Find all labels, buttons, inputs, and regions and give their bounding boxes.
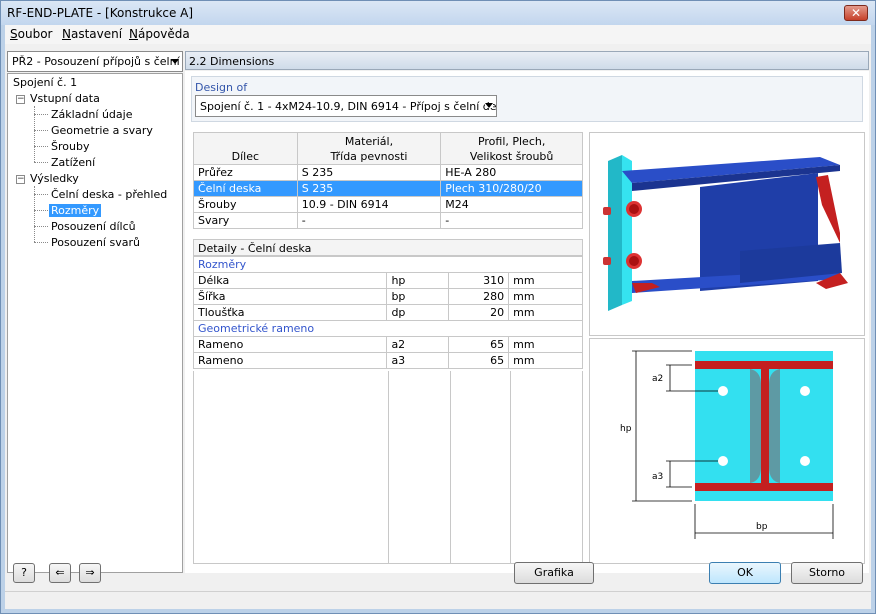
collapse-icon[interactable]: −: [16, 95, 25, 104]
column-header-profile: Profil, Plech, Velikost šroubů: [440, 132, 583, 165]
cancel-button[interactable]: Storno: [791, 562, 863, 584]
design-select-value: Spojení č. 1 - 4xM24-10.9, DIN 6914 - Př…: [200, 100, 497, 113]
menu-help[interactable]: Nápověda: [129, 27, 190, 41]
details-table: Rozměry Délka hp 310 mm Šířka bp 280 mm Tloušť…: [192, 256, 583, 369]
table-row[interactable]: Šrouby 10.9 - DIN 6914 M24: [193, 196, 583, 213]
table-row[interactable]: Tloušťka dp 20 mm: [192, 304, 583, 321]
details-empty-area: [193, 371, 583, 564]
table-row-selected[interactable]: Čelní deska S 235 Plech 310/280/20: [193, 180, 583, 197]
help-icon: ?: [21, 566, 27, 579]
title-bar: RF-END-PLATE - [Konstrukce A] ✕: [1, 1, 875, 25]
endplate-3d-view: [589, 132, 865, 336]
tree-item-member-design[interactable]: Posouzení dílců: [51, 220, 136, 233]
dim-label-hp: hp: [620, 424, 632, 434]
table-row[interactable]: Svary - -: [193, 212, 583, 229]
tree-item-bolts[interactable]: Šrouby: [51, 140, 89, 153]
parts-table: Dílec Materiál, Třída pevnosti Profil, Pl…: [193, 132, 583, 229]
tree-item-geometry[interactable]: Geometrie a svary: [51, 124, 153, 137]
table-row[interactable]: Šířka bp 280 mm: [192, 288, 583, 305]
client-area: Soubor Nastavení Nápověda PŘ2 - Posouzen…: [5, 25, 871, 609]
column-header-part: Dílec: [193, 132, 298, 165]
endplate-2d-drawing: a2 hp a3 bp: [589, 338, 865, 564]
dim-label-a2: a2: [652, 374, 663, 384]
window-title: RF-END-PLATE - [Konstrukce A]: [7, 6, 194, 20]
import-icon: ⇐: [55, 566, 65, 579]
menu-settings[interactable]: Nastavení: [62, 27, 122, 41]
collapse-icon[interactable]: −: [16, 175, 25, 184]
details-header: Detaily - Čelní deska: [193, 239, 583, 256]
tree-root[interactable]: Spojení č. 1: [13, 76, 77, 89]
dim-label-bp: bp: [756, 522, 768, 532]
graphics-button[interactable]: Grafika: [514, 562, 594, 584]
tree-group-results[interactable]: Výsledky: [30, 172, 79, 185]
chevron-down-icon[interactable]: [171, 59, 179, 64]
tree-item-loads[interactable]: Zatížení: [51, 156, 95, 169]
table-row[interactable]: Délka hp 310 mm: [192, 272, 583, 289]
dim-label-a3: a3: [652, 472, 663, 482]
import-button[interactable]: ⇐: [49, 563, 71, 583]
chevron-down-icon[interactable]: [485, 103, 493, 108]
design-select[interactable]: Spojení č. 1 - 4xM24-10.9, DIN 6914 - Př…: [195, 95, 497, 117]
app-window: RF-END-PLATE - [Konstrukce A] ✕ Soubor N…: [0, 0, 876, 614]
menu-file[interactable]: Soubor: [10, 27, 52, 41]
menu-bar: Soubor Nastavení Nápověda: [5, 25, 871, 44]
close-button[interactable]: ✕: [844, 5, 868, 21]
design-label: Design of: [195, 81, 248, 94]
tree-item-dimensions[interactable]: Rozměry: [49, 204, 102, 217]
case-select[interactable]: PŘ2 - Posouzení přípojů s čelní: [7, 51, 183, 72]
table-row[interactable]: Rameno a3 65 mm: [192, 352, 583, 369]
tree-item-weld-design[interactable]: Posouzení svarů: [51, 236, 140, 249]
table-row[interactable]: Rameno a2 65 mm: [192, 336, 583, 353]
section-geometry: Geometrické rameno: [193, 320, 583, 337]
ok-button[interactable]: OK: [709, 562, 781, 584]
help-button[interactable]: ?: [13, 563, 35, 583]
tree-item-basic-data[interactable]: Základní údaje: [51, 108, 132, 121]
column-header-material: Materiál, Třída pevnosti: [296, 132, 442, 165]
section-header: 2.2 Dimensions: [185, 51, 869, 70]
export-icon: ⇒: [85, 566, 95, 579]
tree-group-input[interactable]: Vstupní data: [30, 92, 100, 105]
export-button[interactable]: ⇒: [79, 563, 101, 583]
status-bar: [5, 591, 871, 609]
navigator-tree: Spojení č. 1 − Vstupní data Základní úda…: [7, 73, 183, 573]
case-select-value: PŘ2 - Posouzení přípojů s čelní: [12, 55, 180, 68]
tree-item-endplate-overview[interactable]: Čelní deska - přehled: [51, 188, 167, 201]
table-row[interactable]: Průřez S 235 HE-A 280: [193, 164, 583, 181]
section-dimensions: Rozměry: [193, 256, 583, 273]
